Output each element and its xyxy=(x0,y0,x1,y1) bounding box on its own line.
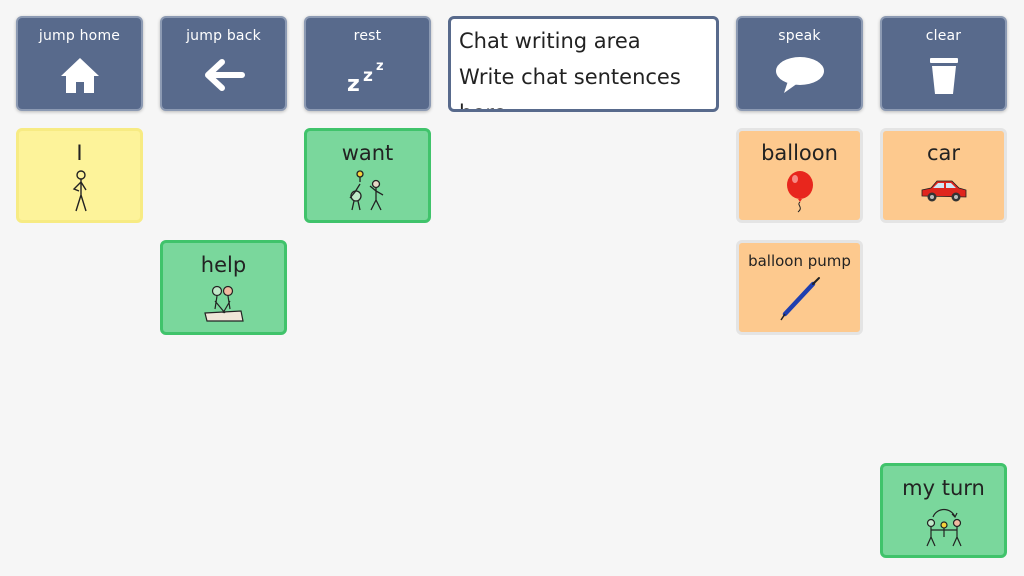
symbol-balloon-pump-label: balloon pump xyxy=(748,252,851,270)
jump-home-button[interactable]: jump home xyxy=(16,16,143,111)
symbol-balloon-button[interactable]: balloon xyxy=(736,128,863,223)
people-want-icon xyxy=(346,165,390,216)
jump-home-label: jump home xyxy=(38,28,121,44)
balloon-pump-icon xyxy=(775,270,825,328)
red-balloon-icon xyxy=(782,165,818,216)
chat-line-1: Chat writing area xyxy=(459,29,641,53)
clear-button[interactable]: clear xyxy=(880,16,1007,111)
rest-button[interactable]: rest z z z xyxy=(304,16,431,111)
speech-bubble-icon xyxy=(774,53,826,97)
svg-text:z: z xyxy=(363,66,373,86)
clear-label: clear xyxy=(925,28,962,44)
speak-label: speak xyxy=(778,28,821,44)
symbol-car-label: car xyxy=(926,141,961,165)
chat-line-2: Write chat sentences xyxy=(459,65,681,89)
person-pointing-self-icon xyxy=(65,165,95,216)
jump-back-label: jump back xyxy=(186,28,261,44)
symbol-help-button[interactable]: help xyxy=(160,240,287,335)
symbol-balloon-pump-button[interactable]: balloon pump xyxy=(736,240,863,335)
symbol-car-button[interactable]: car xyxy=(880,128,1007,223)
rest-label: rest xyxy=(353,28,382,44)
trash-icon xyxy=(924,53,964,97)
turn-taking-icon xyxy=(921,500,967,551)
red-car-icon xyxy=(919,165,969,216)
sleep-zzz-icon: z z z xyxy=(345,53,391,97)
chat-line-3: here xyxy=(459,95,708,109)
speak-button[interactable]: speak xyxy=(736,16,863,111)
chat-writing-area[interactable]: Chat writing area Write chat sentences h… xyxy=(448,16,719,112)
jump-back-button[interactable]: jump back xyxy=(160,16,287,111)
symbol-my-turn-label: my turn xyxy=(902,476,985,500)
home-icon xyxy=(58,53,102,97)
svg-text:z: z xyxy=(376,59,384,74)
arrow-left-icon xyxy=(202,53,246,97)
symbol-balloon-label: balloon xyxy=(761,141,838,165)
people-helping-icon xyxy=(201,277,247,328)
svg-text:z: z xyxy=(347,72,360,95)
symbol-want-button[interactable]: want xyxy=(304,128,431,223)
symbol-help-label: help xyxy=(200,253,247,277)
symbol-my-turn-button[interactable]: my turn xyxy=(880,463,1007,558)
symbol-want-label: want xyxy=(341,141,394,165)
symbol-i-label: I xyxy=(76,141,83,165)
symbol-i-button[interactable]: I xyxy=(16,128,143,223)
